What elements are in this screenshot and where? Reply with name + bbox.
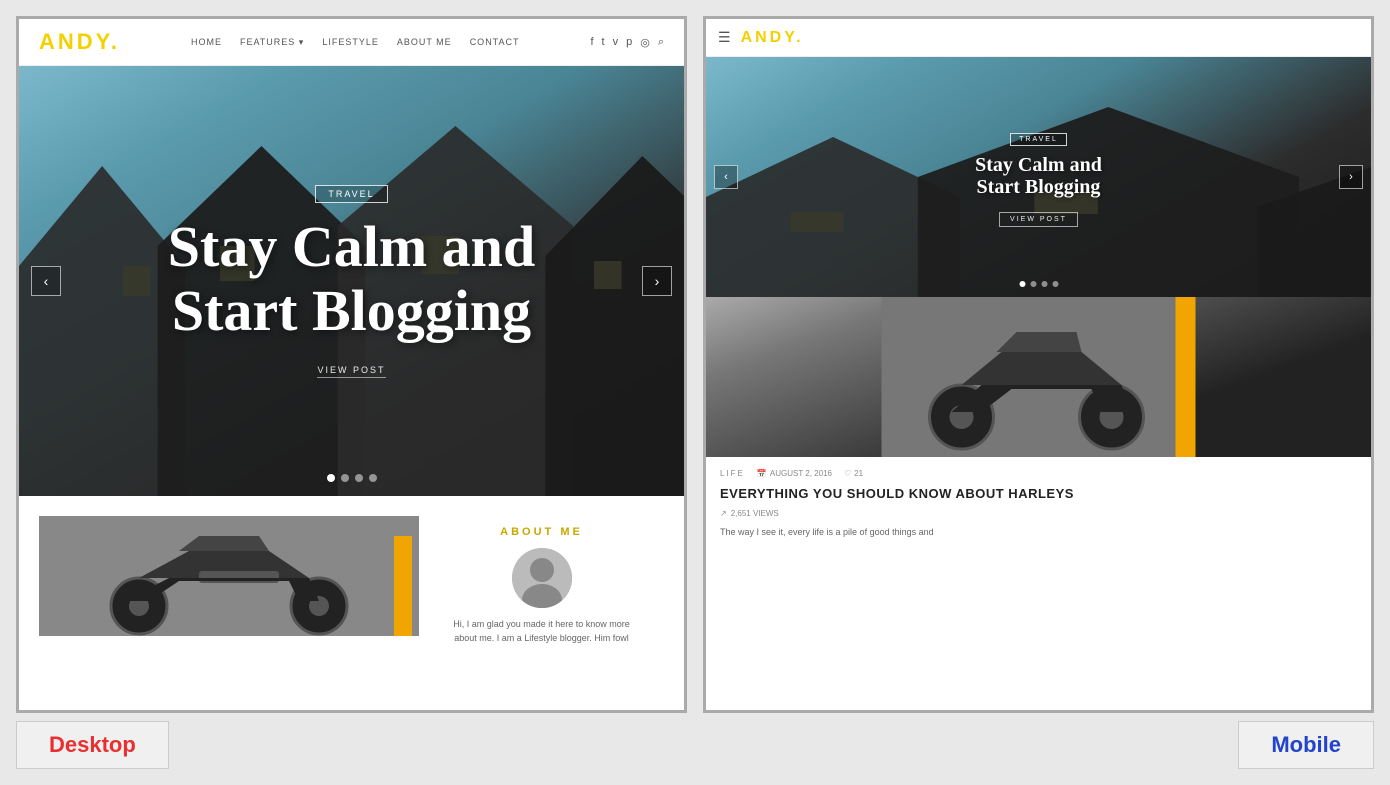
chart-icon: ↗ [720,509,727,518]
hero-view-post[interactable]: VIEW POST [317,365,385,378]
hero-title: Stay Calm and Start Blogging [168,215,535,343]
mobile-dot-3[interactable] [1041,281,1047,287]
heart-icon: ♡ [844,469,851,478]
mobile-hero-content: TRAVEL Stay Calm and Start Blogging VIEW… [945,128,1132,227]
article-excerpt: The way I see it, every life is a pile o… [720,526,1357,540]
about-label: ABOUT ME [500,526,583,538]
nav-features[interactable]: FEATURES ▾ [240,37,304,48]
desktop-content-area: ABOUT ME Hi, I am glad you made it here … [19,496,684,675]
mobile-dot-1[interactable] [1019,281,1025,287]
nav-home[interactable]: HOME [191,37,222,48]
pinterest-icon[interactable]: p [626,36,632,48]
avatar-desktop [512,548,572,608]
mobile-nav: ☰ ANDY. [706,19,1371,57]
desktop-label-button[interactable]: Desktop [16,721,169,769]
article-likes: ♡ 21 [844,469,863,478]
mobile-view-post[interactable]: VIEW POST [999,212,1078,227]
hero-arrow-left[interactable]: ‹ [31,266,61,296]
nav-aboutme[interactable]: ABOUT ME [397,37,452,48]
calendar-icon: 📅 [757,469,767,478]
vimeo-icon[interactable]: v [613,36,619,48]
facebook-icon[interactable]: f [590,36,593,48]
article-category: LIFE [720,469,745,478]
desktop-hero-slider: ‹ TRAVEL Stay Calm and Start Blogging VI… [19,66,684,496]
about-text: Hi, I am glad you made it here to know m… [453,618,630,645]
logo-text: ANDY [39,29,111,54]
bike-image-mobile [706,297,1371,457]
mobile-logo: ANDY. [741,29,804,47]
hero-arrow-right[interactable]: › [642,266,672,296]
mobile-preview: ☰ ANDY. ‹ TRAVEL Stay Calm and [703,16,1374,713]
bike-svg [39,516,419,636]
mobile-article-meta: LIFE 📅 AUGUST 2, 2016 ♡ 21 [720,469,1357,478]
about-sidebar-desktop: ABOUT ME Hi, I am glad you made it here … [419,516,664,655]
dot-2[interactable] [341,474,349,482]
nav-lifestyle[interactable]: LIFESTYLE [322,37,379,48]
search-icon[interactable]: ⌕ [658,36,664,49]
hero-dots [327,474,377,482]
mobile-hero-title: Stay Calm and Start Blogging [975,154,1102,198]
mobile-dots [1019,281,1058,287]
dot-4[interactable] [369,474,377,482]
mobile-hero-slider: ‹ TRAVEL Stay Calm and Start Blogging VI… [706,57,1371,297]
mobile-label-button[interactable]: Mobile [1238,721,1374,769]
mobile-dot-2[interactable] [1030,281,1036,287]
desktop-preview: ANDY. HOME FEATURES ▾ LIFESTYLE ABOUT ME… [16,16,687,713]
mobile-dot-4[interactable] [1052,281,1058,287]
mobile-arrow-left[interactable]: ‹ [714,165,738,189]
hero-category: TRAVEL [315,185,387,203]
bike-image-bg [39,516,419,636]
dot-1[interactable] [327,474,335,482]
article-views: ↗ 2,651 VIEWS [720,509,1357,518]
mobile-hero-category: TRAVEL [1010,133,1067,146]
article-date: 📅 AUGUST 2, 2016 [757,469,832,478]
mobile-article-info: LIFE 📅 AUGUST 2, 2016 ♡ 21 EVERYTHING YO… [706,457,1371,551]
desktop-logo: ANDY. [39,29,120,55]
twitter-icon[interactable]: t [602,36,605,48]
hamburger-icon[interactable]: ☰ [718,29,731,46]
dot-3[interactable] [355,474,363,482]
mobile-bike-svg [706,297,1371,457]
hero-content: TRAVEL Stay Calm and Start Blogging VIEW… [168,184,535,379]
article-title[interactable]: EVERYTHING YOU SHOULD KNOW ABOUT HARLEYS [720,486,1357,503]
logo-dot: . [111,29,120,54]
labels-row: Desktop Mobile [0,713,1390,785]
instagram-icon[interactable]: ◎ [640,36,650,49]
mobile-arrow-right[interactable]: › [1339,165,1363,189]
avatar-svg [512,548,572,608]
desktop-nav-links: HOME FEATURES ▾ LIFESTYLE ABOUT ME CONTA… [191,37,520,48]
desktop-nav-icons: f t v p ◎ ⌕ [590,36,664,49]
desktop-nav: ANDY. HOME FEATURES ▾ LIFESTYLE ABOUT ME… [19,19,684,66]
nav-contact[interactable]: CONTACT [470,37,520,48]
bike-image-desktop [39,516,419,636]
